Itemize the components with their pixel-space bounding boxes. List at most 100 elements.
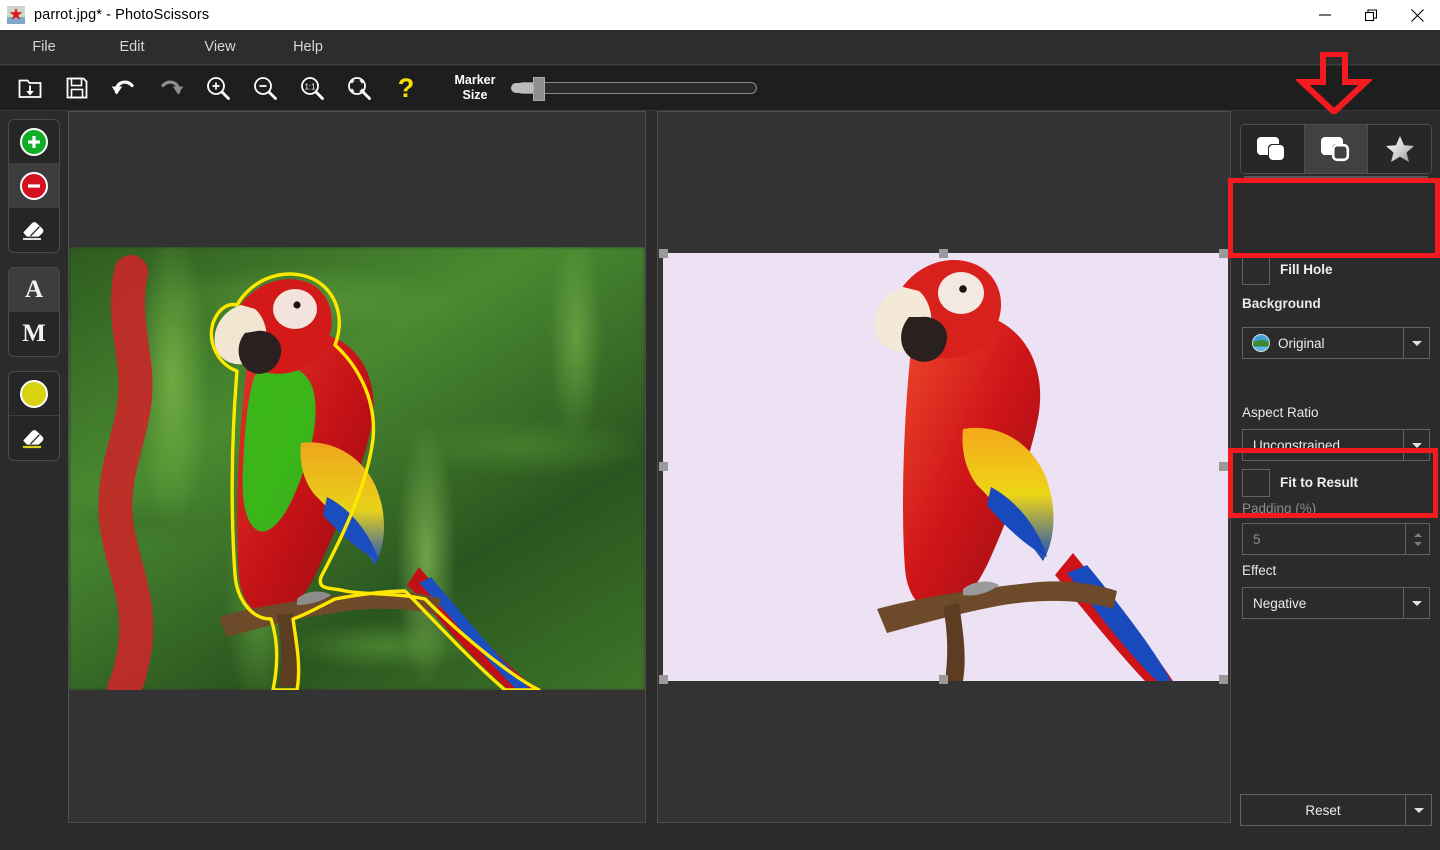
help-button[interactable]: ? <box>382 68 429 108</box>
panel-tabstrip <box>1240 124 1432 174</box>
tool-rail: A M <box>0 111 68 850</box>
undo-button[interactable] <box>100 68 147 108</box>
photoscissors-logo-icon <box>7 6 25 24</box>
close-button[interactable] <box>1394 0 1440 30</box>
zoom-fit-button[interactable] <box>335 68 382 108</box>
tool-background-marker[interactable] <box>9 164 59 208</box>
crop-handle-middle-left[interactable] <box>659 462 668 471</box>
marker-group <box>8 119 60 253</box>
chevron-down-icon <box>1412 601 1422 606</box>
crop-handle-middle-right[interactable] <box>1219 462 1228 471</box>
crop-handle-top-left[interactable] <box>659 249 668 258</box>
minimize-button[interactable] <box>1302 0 1348 30</box>
zoom-actual-button[interactable]: 1:1 <box>288 68 335 108</box>
background-dropdown-arrow[interactable] <box>1403 328 1429 358</box>
spinner-up-icon[interactable] <box>1414 533 1422 537</box>
result-image-pane[interactable] <box>657 111 1231 823</box>
tool-foreground-marker[interactable] <box>9 120 59 164</box>
yellow-selection-outline <box>69 247 645 690</box>
letter-a-icon: A <box>25 276 43 304</box>
window-controls <box>1302 0 1440 30</box>
tab-effects[interactable] <box>1368 125 1431 173</box>
reset-button[interactable]: Reset <box>1240 794 1432 826</box>
marker-size-slider[interactable] <box>509 68 757 108</box>
spinner-down-icon[interactable] <box>1414 542 1422 546</box>
globe-image-icon <box>1252 334 1270 352</box>
main-toolbar: 1:1 ? Marker Size 40 <box>0 66 1440 111</box>
green-plus-circle-icon <box>20 128 48 156</box>
background-value: Original <box>1270 336 1403 351</box>
eraser-icon <box>19 215 49 246</box>
aspect-ratio-dropdown-arrow[interactable] <box>1403 430 1429 460</box>
restore-button[interactable] <box>1348 0 1394 30</box>
crop-handle-bottom-center[interactable] <box>939 675 948 684</box>
tabstrip-underline <box>1244 176 1428 179</box>
effect-dropdown[interactable]: Negative <box>1242 587 1430 619</box>
menu-file[interactable]: File <box>0 34 88 60</box>
effect-value: Negative <box>1243 596 1403 611</box>
properties-panel: Background Original Fill Hole Aspect Rat… <box>1232 111 1440 850</box>
star-icon <box>1383 134 1417 164</box>
crop-handle-bottom-right[interactable] <box>1219 675 1228 684</box>
padding-value[interactable]: 5 <box>1243 532 1405 547</box>
menu-help[interactable]: Help <box>264 34 352 60</box>
svg-text:1:1: 1:1 <box>304 83 316 92</box>
tab-background[interactable] <box>1305 125 1369 173</box>
tool-marker-eraser[interactable] <box>9 208 59 252</box>
save-button[interactable] <box>53 68 100 108</box>
source-image-pane[interactable] <box>68 111 646 823</box>
tab-cutout[interactable] <box>1241 125 1305 173</box>
crop-handle-top-right[interactable] <box>1219 249 1228 258</box>
slider-thumb[interactable] <box>533 77 545 101</box>
menu-bar: File Edit View Help <box>0 30 1440 65</box>
crop-handle-bottom-left[interactable] <box>659 675 668 684</box>
parrot-subject-result <box>663 253 1228 681</box>
open-image-button[interactable] <box>6 68 53 108</box>
pane-splitter[interactable] <box>646 111 657 823</box>
reset-label: Reset <box>1241 803 1405 818</box>
zoom-out-button[interactable] <box>241 68 288 108</box>
slider-track <box>517 82 757 94</box>
chevron-down-icon <box>1412 443 1422 448</box>
yellow-circle-icon <box>20 380 48 408</box>
tool-manual-mode[interactable]: M <box>9 312 59 356</box>
effect-label: Effect <box>1242 563 1276 578</box>
svg-text:?: ? <box>397 74 414 102</box>
redo-button[interactable] <box>147 68 194 108</box>
canvas-area <box>68 111 1232 850</box>
aspect-ratio-value: Unconstrained <box>1243 438 1403 453</box>
fit-to-result-label: Fit to Result <box>1280 475 1358 490</box>
layers-outline-icon <box>1319 134 1353 164</box>
reset-dropdown-arrow[interactable] <box>1405 795 1431 825</box>
marker-size-label: Marker Size <box>447 73 503 103</box>
tool-auto-mode[interactable]: A <box>9 268 59 312</box>
crop-handle-top-center[interactable] <box>939 249 948 258</box>
chevron-down-icon <box>1414 808 1424 813</box>
fill-hole-label: Fill Hole <box>1280 262 1333 277</box>
aspect-ratio-dropdown[interactable]: Unconstrained <box>1242 429 1430 461</box>
source-image[interactable] <box>69 247 645 690</box>
menu-view[interactable]: View <box>176 34 264 60</box>
fill-hole-checkbox[interactable] <box>1242 257 1270 285</box>
tool-hair-marker[interactable] <box>9 372 59 416</box>
tool-hair-eraser[interactable] <box>9 416 59 460</box>
effect-dropdown-arrow[interactable] <box>1403 588 1429 618</box>
yellow-eraser-icon <box>19 423 49 454</box>
background-dropdown[interactable]: Original <box>1242 327 1430 359</box>
fit-to-result-checkbox[interactable] <box>1242 469 1270 497</box>
marker-size-label-line2: Size <box>447 88 503 103</box>
zoom-in-button[interactable] <box>194 68 241 108</box>
red-minus-circle-icon <box>20 172 48 200</box>
window-title: parrot.jpg* - PhotoScissors <box>34 7 209 23</box>
marker-size-label-line1: Marker <box>447 73 503 88</box>
aspect-ratio-label: Aspect Ratio <box>1242 405 1319 420</box>
padding-spin-buttons[interactable] <box>1405 524 1429 554</box>
result-image[interactable] <box>663 253 1228 681</box>
hair-group <box>8 371 60 461</box>
mode-group: A M <box>8 267 60 357</box>
chevron-down-icon <box>1412 341 1422 346</box>
menu-edit[interactable]: Edit <box>88 34 176 60</box>
title-bar: parrot.jpg* - PhotoScissors <box>0 0 1440 30</box>
padding-stepper[interactable]: 5 <box>1242 523 1430 555</box>
letter-m-icon: M <box>22 320 46 348</box>
